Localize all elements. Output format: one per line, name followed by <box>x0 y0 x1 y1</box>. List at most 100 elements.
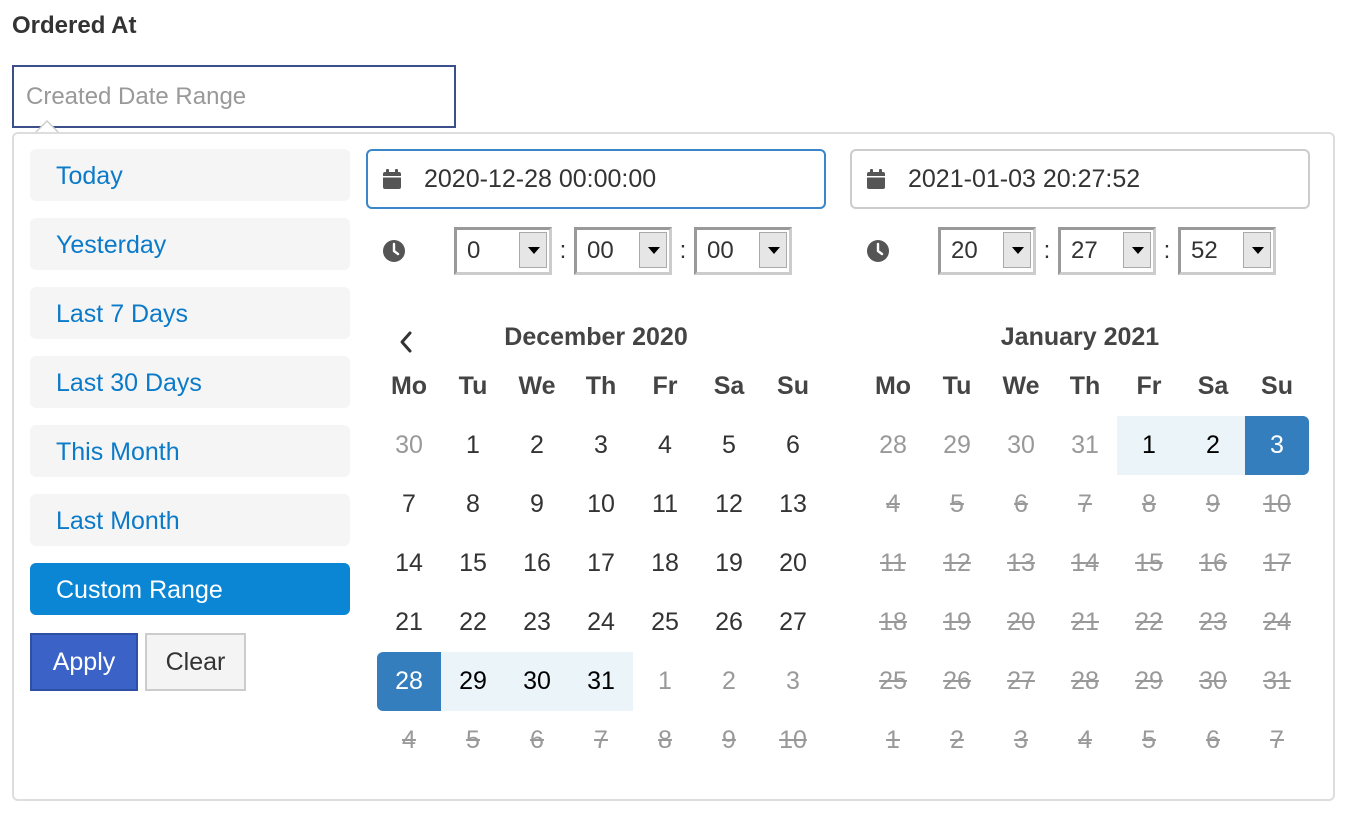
day-cell[interactable]: 26 <box>697 593 761 652</box>
day-cell[interactable]: 22 <box>441 593 505 652</box>
dropdown-arrow-icon <box>759 232 787 268</box>
apply-button[interactable]: Apply <box>30 633 138 691</box>
day-cell[interactable]: 30 <box>377 416 441 475</box>
day-cell: 28 <box>1071 667 1099 695</box>
clear-button[interactable]: Clear <box>145 633 246 691</box>
start-hour-value: 0 <box>467 237 481 264</box>
day-cell[interactable]: 6 <box>761 416 825 475</box>
day-cell[interactable]: 24 <box>569 593 633 652</box>
range-last-month[interactable]: Last Month <box>30 494 350 546</box>
week-row: 28 29 30 31 1 2 3 <box>377 652 825 711</box>
day-cell[interactable]: 23 <box>505 593 569 652</box>
day-cell[interactable]: 16 <box>505 534 569 593</box>
day-cell: 20 <box>1007 608 1035 636</box>
range-today[interactable]: Today <box>30 149 350 201</box>
day-cell[interactable]: 2 <box>697 652 761 711</box>
day-cell[interactable]: 21 <box>377 593 441 652</box>
day-cell[interactable]: 1 <box>633 652 697 711</box>
weekday-label: Fr <box>652 372 678 400</box>
day-cell[interactable]: 15 <box>441 534 505 593</box>
weekday-label: Su <box>777 372 809 400</box>
day-cell[interactable]: 8 <box>441 475 505 534</box>
clock-icon <box>383 240 405 262</box>
day-cell: 11 <box>880 549 906 577</box>
day-cell[interactable]: 13 <box>761 475 825 534</box>
day-cell: 14 <box>1071 549 1099 577</box>
time-separator: : <box>559 237 567 264</box>
day-cell[interactable]: 11 <box>633 475 697 534</box>
week-row: 7 8 9 10 11 12 13 <box>377 475 825 534</box>
day-cell: 10 <box>779 726 807 754</box>
day-cell: 5 <box>1142 726 1156 754</box>
end-hour-select[interactable]: 20 <box>938 227 1036 275</box>
day-cell[interactable]: 29 <box>925 416 989 475</box>
weekday-label: Tu <box>458 372 488 400</box>
end-date-field[interactable]: 2021-01-03 20:27:52 <box>850 149 1310 209</box>
week-row: 1 2 3 4 5 6 7 <box>861 711 1309 770</box>
day-cell[interactable]: 1 <box>1117 416 1181 475</box>
day-cell: 9 <box>1206 490 1220 518</box>
picker-caret-inner <box>37 122 57 132</box>
weekday-label: We <box>518 372 556 400</box>
day-cell[interactable]: 28 <box>861 416 925 475</box>
start-second-select[interactable]: 00 <box>694 227 792 275</box>
day-cell: 9 <box>722 726 736 754</box>
day-cell: 8 <box>1142 490 1156 518</box>
day-cell[interactable]: 3 <box>1245 416 1309 475</box>
day-cell[interactable]: 25 <box>633 593 697 652</box>
range-custom-range[interactable]: Custom Range <box>30 563 350 615</box>
day-cell[interactable]: 1 <box>441 416 505 475</box>
range-yesterday[interactable]: Yesterday <box>30 218 350 270</box>
day-cell: 31 <box>1263 667 1291 695</box>
day-cell[interactable]: 17 <box>569 534 633 593</box>
day-cell[interactable]: 29 <box>441 652 505 711</box>
day-cell[interactable]: 4 <box>633 416 697 475</box>
day-cell[interactable]: 18 <box>633 534 697 593</box>
day-cell[interactable]: 30 <box>505 652 569 711</box>
end-minute-select[interactable]: 27 <box>1058 227 1156 275</box>
range-this-month[interactable]: This Month <box>30 425 350 477</box>
start-time-row: 0 : 00 : 00 <box>366 227 826 275</box>
start-date-field[interactable]: 2020-12-28 00:00:00 <box>366 149 826 209</box>
day-cell[interactable]: 30 <box>989 416 1053 475</box>
day-cell[interactable]: 5 <box>697 416 761 475</box>
day-cell[interactable]: 31 <box>1053 416 1117 475</box>
day-cell[interactable]: 19 <box>697 534 761 593</box>
weekday-label: Fr <box>1136 372 1162 400</box>
day-cell[interactable]: 14 <box>377 534 441 593</box>
day-cell[interactable]: 10 <box>569 475 633 534</box>
end-time-row: 20 : 27 : 52 <box>850 227 1310 275</box>
day-cell[interactable]: 2 <box>1181 416 1245 475</box>
day-cell[interactable]: 2 <box>505 416 569 475</box>
day-cell: 18 <box>879 608 907 636</box>
day-cell[interactable]: 27 <box>761 593 825 652</box>
day-cell[interactable]: 28 <box>377 652 441 711</box>
day-cell[interactable]: 7 <box>377 475 441 534</box>
time-separator: : <box>1163 237 1171 264</box>
day-cell[interactable]: 31 <box>569 652 633 711</box>
day-cell[interactable]: 12 <box>697 475 761 534</box>
weekday-label: We <box>1002 372 1040 400</box>
day-cell: 29 <box>1135 667 1163 695</box>
week-row: 11 12 13 14 15 16 17 <box>861 534 1309 593</box>
start-date-value: 2020-12-28 00:00:00 <box>424 164 657 193</box>
range-last-7-days[interactable]: Last 7 Days <box>30 287 350 339</box>
picker-actions: Apply Clear <box>30 633 246 691</box>
start-minute-value: 00 <box>587 237 614 264</box>
day-cell: 1 <box>886 726 900 754</box>
end-second-select[interactable]: 52 <box>1178 227 1276 275</box>
day-cell[interactable]: 3 <box>569 416 633 475</box>
day-cell: 12 <box>943 549 971 577</box>
day-cell: 26 <box>943 667 971 695</box>
date-range-input[interactable] <box>12 65 456 128</box>
range-last-30-days[interactable]: Last 30 Days <box>30 356 350 408</box>
weekday-label: Mo <box>874 372 912 400</box>
end-second-value: 52 <box>1191 237 1218 264</box>
day-cell[interactable]: 3 <box>761 652 825 711</box>
day-cell[interactable]: 20 <box>761 534 825 593</box>
start-hour-select[interactable]: 0 <box>454 227 552 275</box>
start-minute-select[interactable]: 00 <box>574 227 672 275</box>
preset-ranges: Today Yesterday Last 7 Days Last 30 Days… <box>30 149 350 632</box>
end-month-title: January 2021 <box>1000 323 1160 351</box>
day-cell[interactable]: 9 <box>505 475 569 534</box>
